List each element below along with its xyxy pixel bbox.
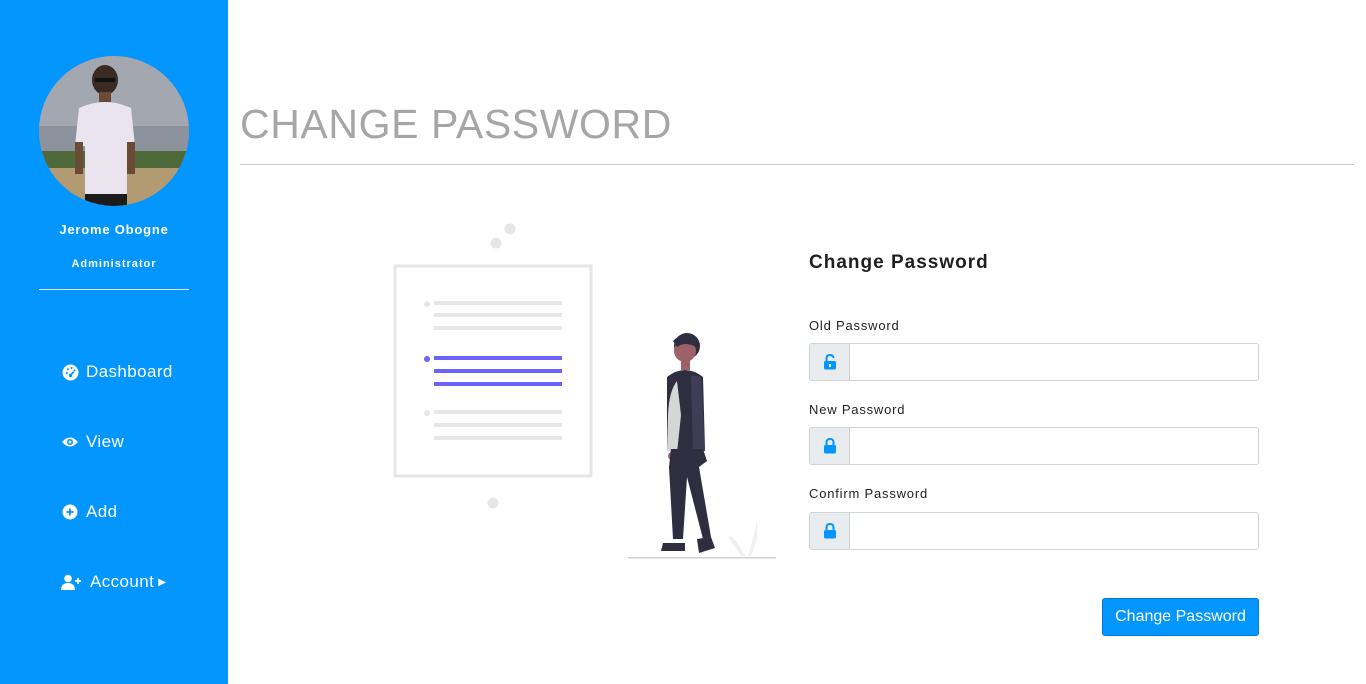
user-role: Administrator [71, 258, 157, 270]
sidebar: Jerome Obogne Administrator Dashboard Vi… [0, 0, 228, 684]
sidebar-item-label: Add [86, 502, 118, 521]
eye-icon [61, 433, 79, 451]
user-name: Jerome Obogne [59, 222, 169, 237]
old-password-label: Old Password [809, 318, 900, 333]
lock-icon [810, 428, 850, 464]
sidebar-item-view[interactable]: View [61, 430, 124, 454]
old-password-group [809, 343, 1259, 381]
dashboard-icon [61, 363, 79, 381]
title-divider [240, 164, 1354, 165]
sidebar-item-dashboard[interactable]: Dashboard [61, 360, 173, 384]
new-password-group [809, 427, 1259, 465]
sidebar-divider [39, 289, 189, 290]
confirm-password-label: Confirm Password [809, 486, 928, 501]
sidebar-item-account[interactable]: Account ▶ [61, 570, 166, 594]
plus-circle-icon [61, 503, 79, 521]
change-password-button[interactable]: Change Password [1102, 598, 1259, 636]
sidebar-item-label: Account [90, 572, 155, 591]
new-password-label: New Password [809, 402, 906, 417]
page-title: CHANGE PASSWORD [240, 101, 672, 147]
sidebar-item-label: View [86, 432, 125, 451]
lock-icon [810, 513, 850, 549]
avatar [39, 56, 189, 206]
form-heading: Change Password [809, 252, 989, 273]
user-plus-icon [61, 573, 83, 591]
confirm-password-group [809, 512, 1259, 550]
sidebar-item-label: Dashboard [86, 362, 173, 381]
old-password-field[interactable] [850, 344, 1258, 380]
document-illustration [385, 215, 780, 565]
caret-right-icon: ▶ [158, 576, 167, 588]
new-password-field[interactable] [850, 428, 1258, 464]
unlock-icon [810, 344, 850, 380]
sidebar-item-add[interactable]: Add [61, 500, 117, 524]
confirm-password-field[interactable] [850, 513, 1258, 549]
